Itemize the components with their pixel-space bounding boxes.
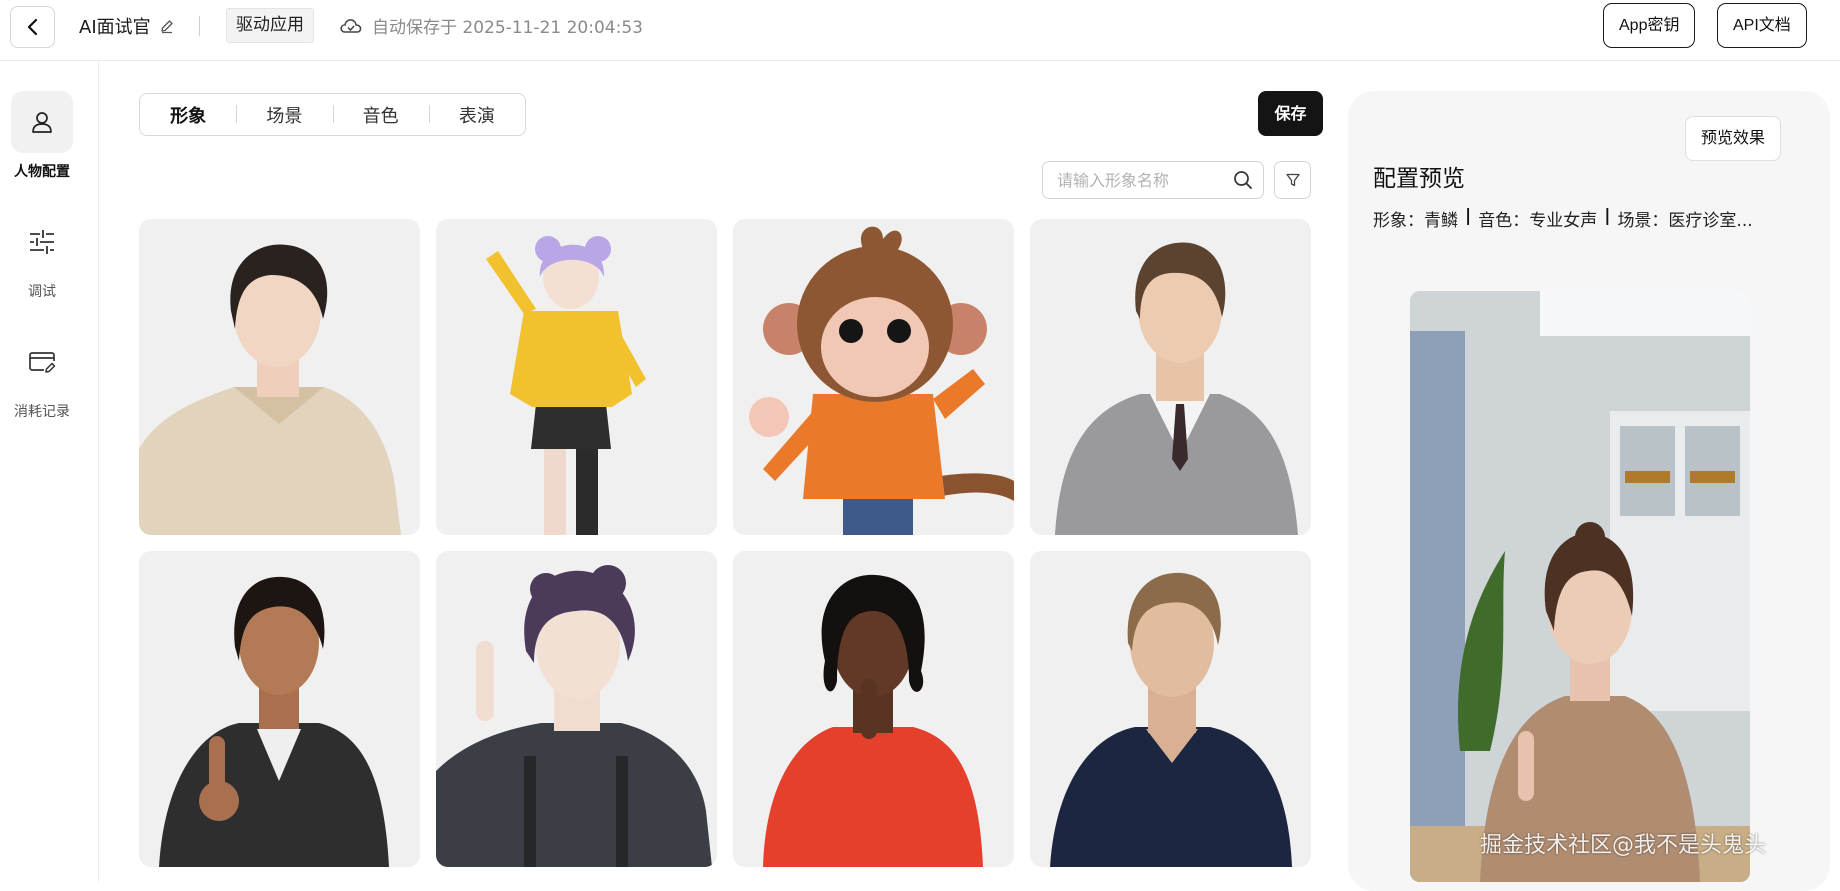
- avatar-card[interactable]: [1030, 551, 1311, 867]
- avatar-portrait-image: [159, 576, 389, 867]
- rail-item-debug[interactable]: 调试: [0, 211, 84, 301]
- preview-summary: 形象：青鳞 | 音色：专业女声 | 场景：医疗诊室...: [1373, 206, 1753, 231]
- mode-tag: 驱动应用: [226, 8, 314, 43]
- person-icon: [32, 112, 52, 133]
- left-rail: 人物配置 调试 消耗记录: [0, 61, 99, 882]
- preview-title: 配置预览: [1373, 166, 1465, 192]
- back-button[interactable]: [10, 6, 55, 48]
- summary-voice: 音色：专业女声: [1478, 211, 1598, 231]
- tab-avatar[interactable]: 形象: [140, 102, 236, 128]
- chevron-left-icon: [27, 18, 37, 36]
- clinic-scene-image: [1410, 291, 1750, 882]
- sliders-icon: [30, 230, 54, 254]
- autosave-status: 自动保存于 2025-11-21 20:04:53: [339, 13, 643, 38]
- autosave-text: 自动保存于 2025-11-21 20:04:53: [372, 18, 643, 38]
- preview-effect-button[interactable]: 预览效果: [1685, 116, 1782, 161]
- avatar-card[interactable]: [436, 551, 717, 867]
- summary-scene: 场景：医疗诊室...: [1617, 211, 1753, 231]
- avatar-portrait-image: [763, 574, 983, 867]
- search-icon[interactable]: [1233, 170, 1253, 190]
- summary-avatar: 形象：青鳞: [1373, 211, 1458, 231]
- search-box: [1042, 161, 1264, 199]
- watermark-text: 掘金技术社区@我不是头鬼头: [1480, 833, 1767, 858]
- api-doc-button[interactable]: API文档: [1717, 3, 1807, 48]
- avatar-portrait-image: [139, 244, 401, 535]
- avatar-card[interactable]: [139, 219, 420, 535]
- save-button[interactable]: 保存: [1258, 91, 1323, 136]
- config-tabs: 形象 场景 音色 表演: [139, 93, 526, 136]
- rail-icon-box: [11, 91, 73, 153]
- summary-separator: |: [1465, 206, 1472, 226]
- avatar-portrait-image: [1050, 572, 1292, 867]
- summary-separator: |: [1604, 206, 1611, 226]
- avatar-card[interactable]: [733, 551, 1014, 867]
- divider: [199, 16, 200, 36]
- rail-item-character[interactable]: 人物配置: [0, 91, 84, 181]
- rail-icon-box: [11, 331, 73, 393]
- avatar-portrait-image: [486, 236, 646, 535]
- rail-label: 调试: [28, 284, 56, 300]
- filter-icon: [1285, 173, 1300, 187]
- avatar-portrait-image: [1055, 242, 1298, 535]
- search-input[interactable]: [1057, 170, 1233, 190]
- avatar-card[interactable]: [139, 551, 420, 867]
- avatar-card[interactable]: [1030, 219, 1311, 535]
- tab-voice[interactable]: 音色: [332, 102, 429, 128]
- cloud-sync-icon: [340, 18, 362, 33]
- rail-item-usage[interactable]: 消耗记录: [0, 331, 84, 421]
- preview-video[interactable]: [1410, 291, 1750, 882]
- avatar-card[interactable]: [733, 219, 1014, 535]
- edit-pencil-icon[interactable]: [159, 18, 175, 34]
- rail-label: 消耗记录: [14, 404, 70, 420]
- card-edit-icon: [29, 352, 56, 373]
- avatar-card[interactable]: [436, 219, 717, 535]
- rail-label: 人物配置: [14, 164, 70, 180]
- app-key-button[interactable]: App密钥: [1603, 3, 1696, 48]
- app-name-text: AI面试官: [79, 17, 151, 38]
- avatar-grid: [139, 219, 1311, 882]
- avatar-portrait-image: [749, 226, 1014, 535]
- top-bar: AI面试官 驱动应用 自动保存于 2025-11-21 20:04:53 App…: [0, 0, 1840, 61]
- tab-performance[interactable]: 表演: [428, 102, 525, 128]
- tab-scene[interactable]: 场景: [236, 102, 332, 128]
- filter-button[interactable]: [1274, 161, 1311, 199]
- app-name: AI面试官: [79, 13, 175, 39]
- avatar-portrait-image: [436, 565, 712, 867]
- rail-icon-box: [11, 211, 73, 273]
